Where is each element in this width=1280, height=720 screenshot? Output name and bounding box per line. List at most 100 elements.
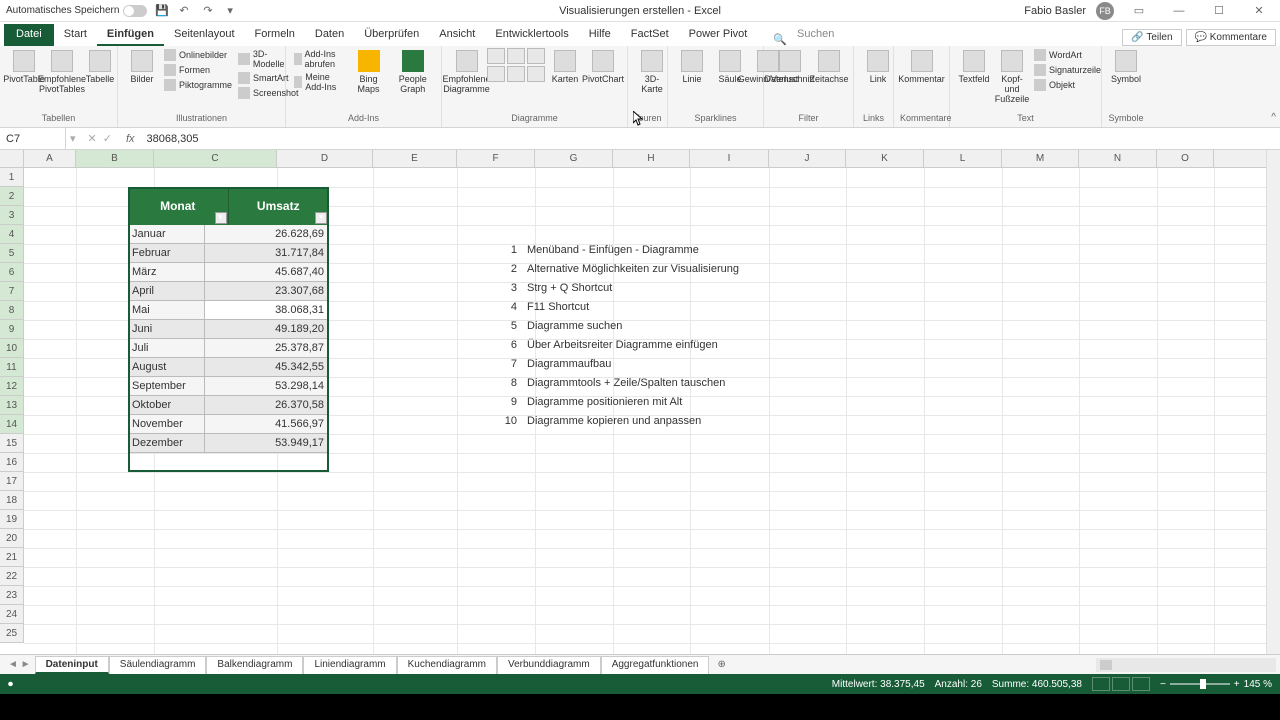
header-footer-button[interactable]: Kopf- und Fußzeile — [994, 48, 1030, 106]
cell-value[interactable]: 45.342,55 — [205, 358, 329, 376]
column-header-I[interactable]: I — [690, 150, 769, 167]
table-row[interactable]: Oktober26.370,58 — [128, 396, 329, 415]
ribbon-options-icon[interactable]: ▭ — [1124, 1, 1154, 21]
recommended-pivot-button[interactable]: Empfohlene PivotTables — [44, 48, 80, 96]
cell-month[interactable]: Oktober — [128, 396, 205, 414]
worksheet-grid[interactable]: ABCDEFGHIJKLMNO 123456789101112131415161… — [0, 150, 1280, 654]
row-header-9[interactable]: 9 — [0, 320, 24, 339]
row-header-16[interactable]: 16 — [0, 453, 24, 472]
pivotchart-button[interactable]: PivotChart — [585, 48, 621, 86]
sheet-tab-aggregatfunktionen[interactable]: Aggregatfunktionen — [601, 656, 710, 674]
tab-ueberpruefen[interactable]: Überprüfen — [354, 24, 429, 46]
note-row[interactable]: 1Menüband - Einfügen - Diagramme — [483, 244, 739, 263]
row-header-15[interactable]: 15 — [0, 434, 24, 453]
textbox-button[interactable]: Textfeld — [956, 48, 992, 86]
pictures-button[interactable]: Bilder — [124, 48, 160, 86]
recommended-charts-button[interactable]: Empfohlene Diagramme — [448, 48, 485, 96]
cell-month[interactable]: Juli — [128, 339, 205, 357]
table-row[interactable]: November41.566,97 — [128, 415, 329, 434]
user-name[interactable]: Fabio Basler — [1024, 5, 1086, 17]
page-break-icon[interactable] — [1132, 677, 1150, 691]
row-header-18[interactable]: 18 — [0, 491, 24, 510]
table-row[interactable]: Dezember53.949,17 — [128, 434, 329, 453]
table-row[interactable]: April23.307,68 — [128, 282, 329, 301]
get-addins-button[interactable]: Add-Ins abrufen — [292, 48, 347, 70]
people-graph-button[interactable]: People Graph — [391, 48, 435, 96]
table-header-monat[interactable]: Monat▾ — [128, 187, 229, 225]
toggle-switch[interactable] — [123, 5, 147, 17]
column-header-M[interactable]: M — [1002, 150, 1079, 167]
zoom-level[interactable]: 145 % — [1244, 679, 1272, 690]
sheet-tab-verbunddiagramm[interactable]: Verbunddiagramm — [497, 656, 601, 674]
table-button[interactable]: Tabelle — [82, 48, 118, 86]
area-chart-icon[interactable] — [507, 66, 525, 82]
note-row[interactable]: 8Diagrammtools + Zeile/Spalten tauschen — [483, 377, 739, 396]
table-row[interactable]: Januar26.628,69 — [128, 225, 329, 244]
sheet-nav[interactable]: ◄ ► — [4, 659, 35, 670]
pie-chart-icon[interactable] — [527, 48, 545, 64]
bar-chart-icon[interactable] — [487, 66, 505, 82]
table-row[interactable]: Mai38.068,31 — [128, 301, 329, 320]
cell-value[interactable]: 53.298,14 — [205, 377, 329, 395]
formula-input[interactable]: 38068,305 — [141, 133, 1280, 145]
sparkline-line-button[interactable]: Linie — [674, 48, 710, 86]
column-header-B[interactable]: B — [76, 150, 154, 167]
tab-factset[interactable]: FactSet — [621, 24, 679, 46]
close-icon[interactable]: ✕ — [1244, 1, 1274, 21]
column-chart-icon[interactable] — [487, 48, 505, 64]
table-row[interactable]: September53.298,14 — [128, 377, 329, 396]
tab-entwicklertools[interactable]: Entwicklertools — [485, 24, 578, 46]
normal-view-icon[interactable] — [1092, 677, 1110, 691]
cell-month[interactable]: August — [128, 358, 205, 376]
row-header-25[interactable]: 25 — [0, 624, 24, 643]
comment-button[interactable]: Kommentar — [900, 48, 943, 86]
table-row[interactable]: März45.687,40 — [128, 263, 329, 282]
tab-formeln[interactable]: Formeln — [245, 24, 305, 46]
table-row[interactable]: Februar31.717,84 — [128, 244, 329, 263]
column-header-J[interactable]: J — [769, 150, 846, 167]
tab-start[interactable]: Start — [54, 24, 97, 46]
redo-icon[interactable]: ↷ — [203, 4, 217, 18]
symbol-button[interactable]: Symbol — [1108, 48, 1144, 86]
zoom-control[interactable]: −+ 145 % — [1160, 679, 1272, 690]
cell-value[interactable]: 49.189,20 — [205, 320, 329, 338]
cell-value[interactable]: 31.717,84 — [205, 244, 329, 262]
row-header-5[interactable]: 5 — [0, 244, 24, 263]
column-header-D[interactable]: D — [277, 150, 373, 167]
cell-value[interactable]: 26.370,58 — [205, 396, 329, 414]
row-header-13[interactable]: 13 — [0, 396, 24, 415]
scatter-chart-icon[interactable] — [527, 66, 545, 82]
sheet-tab-balkendiagramm[interactable]: Balkendiagramm — [206, 656, 303, 674]
row-header-24[interactable]: 24 — [0, 605, 24, 624]
column-header-H[interactable]: H — [613, 150, 690, 167]
collapse-ribbon-icon[interactable]: ^ — [1271, 112, 1276, 123]
column-header-C[interactable]: C — [154, 150, 277, 167]
my-addins-button[interactable]: Meine Add-Ins — [292, 71, 347, 93]
row-header-7[interactable]: 7 — [0, 282, 24, 301]
online-pictures-button[interactable]: Onlinebilder — [162, 48, 234, 62]
cell-value[interactable]: 38.068,31 — [205, 301, 329, 319]
undo-icon[interactable]: ↶ — [179, 4, 193, 18]
fx-icon[interactable]: fx — [120, 133, 141, 145]
pivottable-button[interactable]: PivotTable — [6, 48, 42, 86]
record-macro-icon[interactable]: ⏺ — [8, 679, 13, 690]
sheet-tab-liniendiagramm[interactable]: Liniendiagramm — [303, 656, 396, 674]
row-header-20[interactable]: 20 — [0, 529, 24, 548]
note-row[interactable]: 9Diagramme positionieren mit Alt — [483, 396, 739, 415]
cell-month[interactable]: März — [128, 263, 205, 281]
cell-month[interactable]: September — [128, 377, 205, 395]
share-button[interactable]: 🔗 Teilen — [1122, 29, 1181, 46]
customize-icon[interactable]: ▾ — [227, 4, 241, 18]
column-header-K[interactable]: K — [846, 150, 924, 167]
bing-maps-button[interactable]: Bing Maps — [351, 48, 387, 96]
column-header-F[interactable]: F — [457, 150, 535, 167]
cell-month[interactable]: Juni — [128, 320, 205, 338]
sheet-tab-dateninput[interactable]: Dateninput — [35, 656, 109, 674]
row-header-6[interactable]: 6 — [0, 263, 24, 282]
row-header-8[interactable]: 8 — [0, 301, 24, 320]
comments-button[interactable]: 💬 Kommentare — [1186, 29, 1276, 46]
row-header-3[interactable]: 3 — [0, 206, 24, 225]
cell-month[interactable]: April — [128, 282, 205, 300]
column-header-A[interactable]: A — [24, 150, 76, 167]
row-header-10[interactable]: 10 — [0, 339, 24, 358]
